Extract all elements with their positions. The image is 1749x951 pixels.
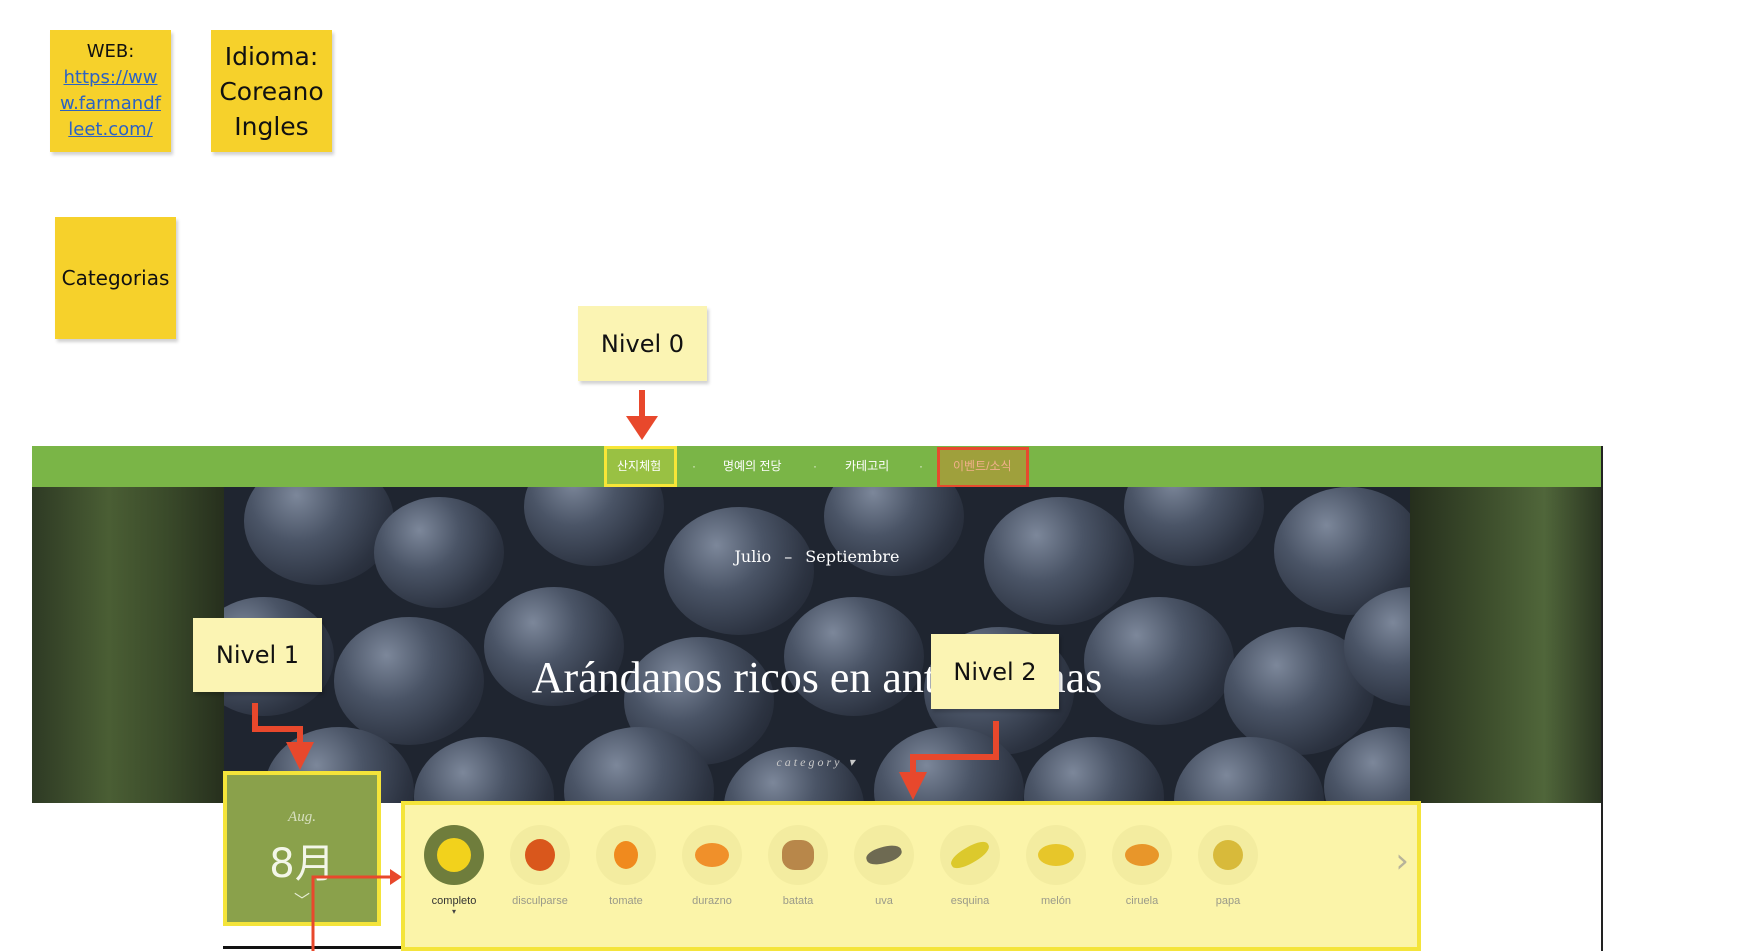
note-language-line3: Ingles: [234, 111, 309, 141]
category-circle: [424, 825, 484, 885]
peach-icon: [695, 843, 729, 867]
nav-separator: ·: [692, 459, 696, 473]
note-level-2: Nivel 2: [931, 634, 1059, 709]
category-item-ciruela[interactable]: ciruela: [1102, 825, 1182, 907]
category-item-durazno[interactable]: durazno: [672, 825, 752, 907]
category-item-tomate[interactable]: tomate: [586, 825, 666, 907]
note-language-line2: Coreano: [219, 76, 324, 106]
category-circle: [1112, 825, 1172, 885]
month-number: 8月: [269, 841, 335, 887]
nav-item-hall-of-fame[interactable]: 명예의 전당: [723, 446, 782, 487]
blueberry-shape: [664, 507, 814, 635]
category-item-esquina[interactable]: esquina: [930, 825, 1010, 907]
category-circle: [510, 825, 570, 885]
nav-item-farm-experience[interactable]: 산지체험: [617, 446, 661, 487]
note-web: WEB: https://www.farmandfleet.com/: [50, 30, 171, 152]
note-language: Idioma: Coreano Ingles: [211, 30, 332, 152]
category-circle: [682, 825, 742, 885]
chevron-down-icon[interactable]: ﹀: [227, 887, 377, 911]
category-label: uva: [875, 895, 893, 907]
category-label: disculparse: [512, 895, 568, 907]
category-circle: [596, 825, 656, 885]
note-level-0: Nivel 0: [578, 306, 707, 381]
lemon-icon: [437, 838, 471, 872]
tomato-icon: [614, 841, 638, 869]
hero-date-range: Julio – Septiembre: [32, 547, 1602, 566]
date-to: Septiembre: [805, 547, 900, 566]
hero-category-toggle[interactable]: category ▾: [32, 755, 1602, 770]
pepper-icon: [525, 839, 555, 871]
web-url-link[interactable]: https://www.farmandfleet.com/: [59, 65, 163, 143]
caret-down-icon: ▾: [451, 907, 456, 916]
note-categories: Categorias: [55, 217, 176, 339]
category-label: melón: [1041, 895, 1071, 907]
nav-separator: ·: [919, 459, 923, 473]
divider-line: [223, 946, 401, 949]
category-label: tomate: [609, 895, 643, 907]
nav-item-category[interactable]: 카테고리: [845, 446, 889, 487]
category-label: batata: [782, 895, 814, 907]
category-item-papa[interactable]: papa: [1188, 825, 1268, 907]
nav-item-event-news[interactable]: 이벤트/소식: [953, 446, 1012, 487]
blueberry-shape: [244, 487, 394, 585]
category-item-uva[interactable]: uva: [844, 825, 924, 907]
note-language-line1: Idioma:: [224, 41, 319, 71]
category-circle: [1026, 825, 1086, 885]
blueberry-shape: [414, 737, 554, 803]
note-level-1: Nivel 1: [193, 618, 322, 692]
grape-icon: [864, 842, 904, 868]
category-label: ciruela: [1125, 895, 1159, 907]
corn-icon: [947, 837, 993, 873]
sweet-potato-icon: [782, 840, 814, 870]
category-item-melon[interactable]: melón: [1016, 825, 1096, 907]
top-navbar: 산지체험 · 명예의 전당 · 카테고리 · 이벤트/소식: [32, 446, 1602, 488]
melon-icon: [1038, 844, 1074, 866]
category-item-completo[interactable]: completo ▾: [414, 825, 494, 916]
arrow-level-0: [626, 390, 658, 440]
month-selector[interactable]: Aug. 8月 ﹀: [223, 771, 381, 926]
category-circle: [1198, 825, 1258, 885]
category-circle: [854, 825, 914, 885]
category-circle: [940, 825, 1000, 885]
category-circle: [768, 825, 828, 885]
category-bar: completo ▾ disculparse tomate durazno ba…: [401, 801, 1421, 951]
nav-separator: ·: [813, 459, 817, 473]
date-from: Julio: [734, 547, 772, 566]
category-label: esquina: [950, 895, 990, 907]
date-dash: –: [784, 547, 793, 566]
category-item-batata[interactable]: batata: [758, 825, 838, 907]
blueberry-shape: [1024, 737, 1164, 803]
plum-icon: [1125, 844, 1159, 866]
chevron-right-icon[interactable]: ›: [1395, 841, 1409, 881]
category-label: completo: [431, 895, 477, 907]
category-label: durazno: [692, 895, 732, 907]
page-edge-line: [1601, 446, 1603, 951]
potato-icon: [1213, 840, 1243, 870]
category-item-disculparse[interactable]: disculparse: [500, 825, 580, 907]
category-label: papa: [1215, 895, 1241, 907]
month-english: Aug.: [288, 809, 316, 825]
note-web-label: WEB:: [86, 41, 135, 62]
